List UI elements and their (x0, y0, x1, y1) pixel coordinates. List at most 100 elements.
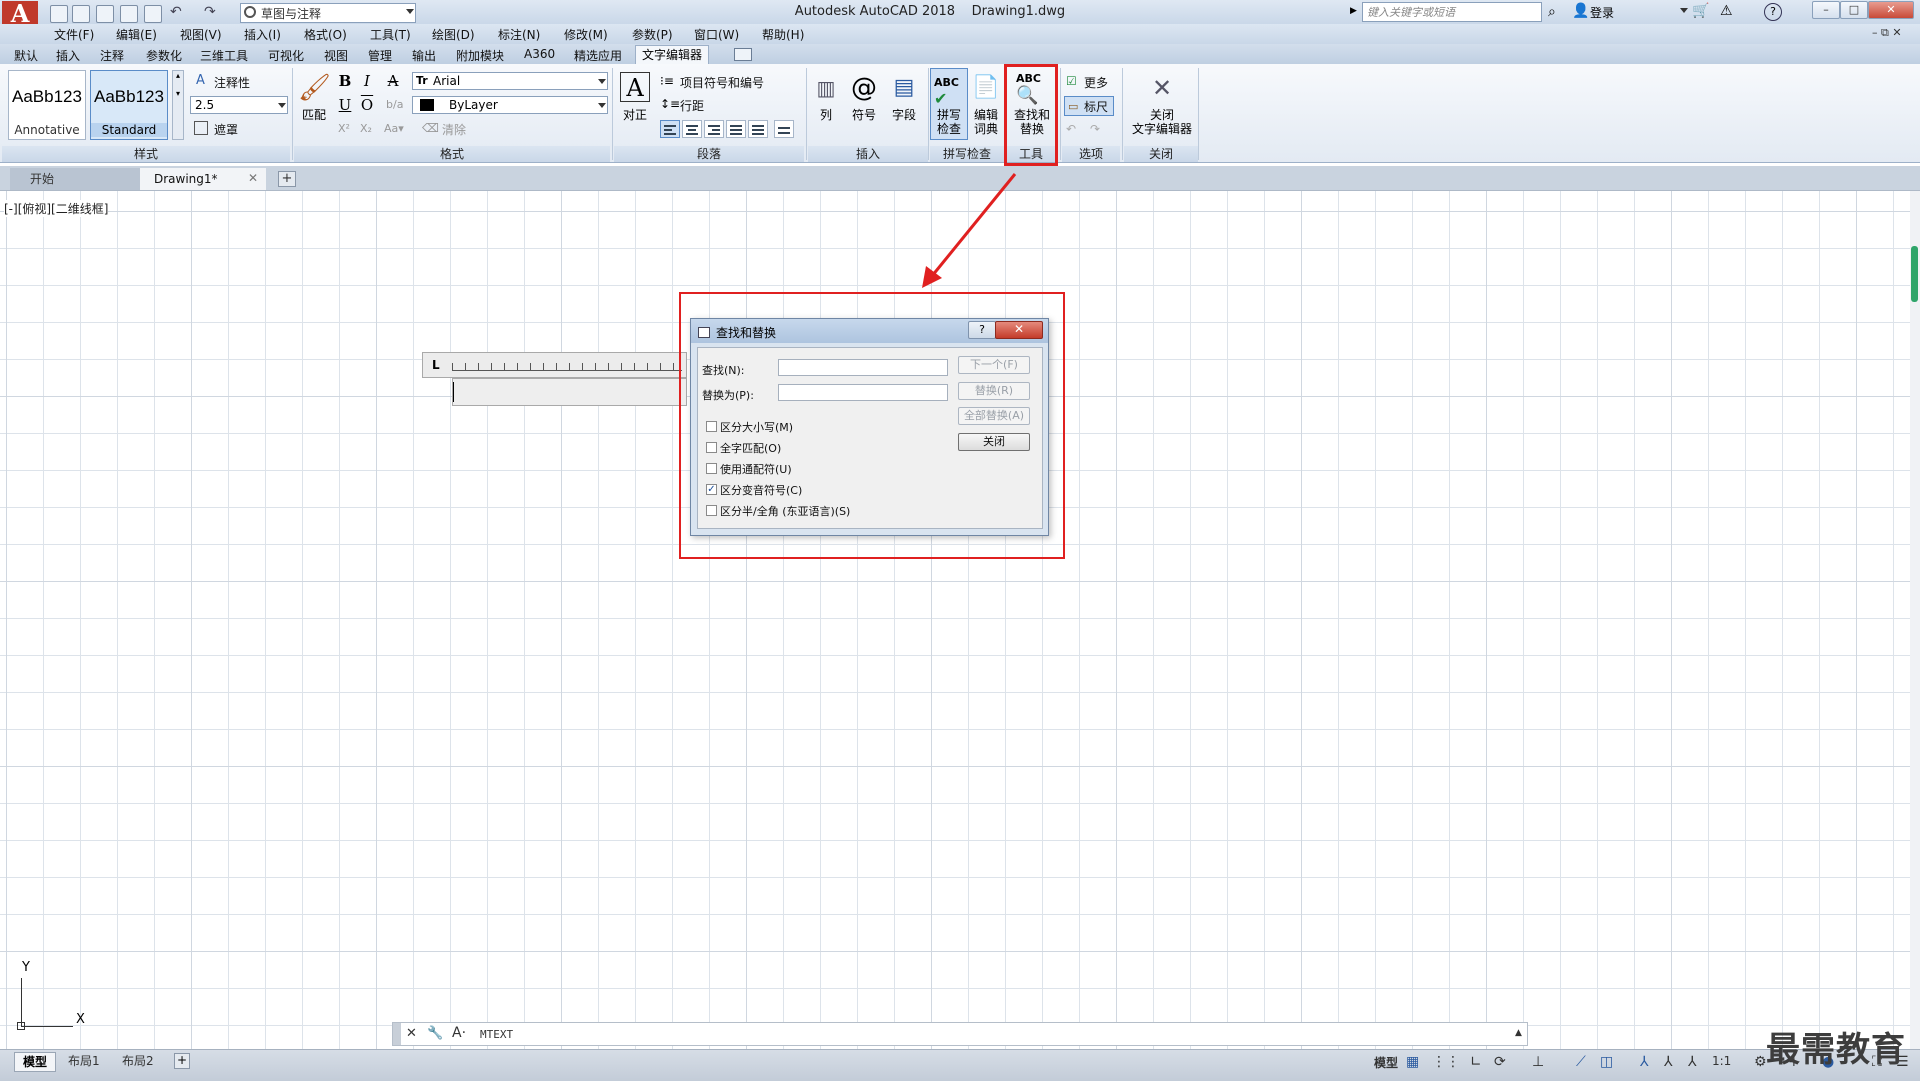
add-layout-button[interactable]: + (174, 1053, 190, 1069)
tab-annotate[interactable]: 注释 (100, 47, 124, 64)
tab-default[interactable]: 默认 (14, 47, 38, 64)
layout-tab-model[interactable]: 模型 (14, 1052, 57, 1072)
binoculars-icon[interactable]: ⌕ (1548, 4, 1556, 20)
dialog-close-text-button[interactable]: 关闭 (958, 433, 1030, 451)
spell-label[interactable]: 拼写 检查 (930, 108, 968, 136)
style-scroll-icon[interactable]: ▴ ▾ (172, 70, 184, 140)
command-line-grip[interactable] (393, 1023, 401, 1045)
undo-icon[interactable]: ↶ (1066, 122, 1076, 136)
tab-visualize[interactable]: 可视化 (268, 47, 304, 64)
tab-view[interactable]: 视图 (324, 47, 348, 64)
file-tab-start[interactable]: 开始 (10, 168, 140, 190)
mask-label[interactable]: 遮罩 (214, 121, 238, 138)
open-file-icon[interactable] (72, 5, 90, 23)
annotative-label[interactable]: 注释性 (214, 74, 250, 91)
menu-help[interactable]: 帮助(H) (762, 26, 804, 43)
tab-parametric[interactable]: 参数化 (146, 47, 182, 64)
undo-icon[interactable]: ↶ (170, 4, 182, 20)
change-case-icon[interactable]: Aa▾ (384, 122, 404, 135)
align-left-button[interactable] (660, 120, 680, 138)
save-as-icon[interactable] (120, 5, 138, 23)
color-combo[interactable]: ByLayer (412, 96, 608, 114)
chevron-down-icon[interactable] (598, 103, 606, 108)
command-prompt-icon[interactable]: A· (452, 1025, 466, 1041)
model-space-button[interactable]: 模型 (1374, 1054, 1398, 1071)
search-input[interactable]: 键入关键字或短语 (1362, 2, 1542, 22)
transparency-icon[interactable]: ◫ (1600, 1054, 1613, 1070)
line-spacing-button[interactable]: 行距 (680, 97, 704, 114)
justify-button[interactable] (726, 120, 746, 138)
edit-dictionary-button[interactable]: 编辑 词典 (970, 108, 1002, 136)
distribute-button[interactable] (748, 120, 768, 138)
symbol-button[interactable]: 符号 (848, 108, 880, 122)
a360-icon[interactable]: ⚠ (1720, 3, 1733, 19)
menu-tools[interactable]: 工具(T) (370, 26, 411, 43)
redo-icon[interactable]: ↷ (204, 4, 216, 20)
panel-title-format[interactable]: 格式 (294, 146, 610, 162)
document-window-controls[interactable]: – ⧉ ✕ (1872, 26, 1902, 40)
vertical-scrollbar[interactable] (1910, 191, 1920, 1049)
annotation-scale-icon[interactable]: ⅄ (1664, 1054, 1673, 1070)
match-case-checkbox[interactable] (706, 421, 717, 432)
cart-icon[interactable]: 🛒 (1692, 3, 1709, 19)
tab-output[interactable]: 输出 (412, 47, 436, 64)
command-line[interactable] (392, 1022, 1528, 1046)
tab-manage[interactable]: 管理 (368, 47, 392, 64)
subscript-icon[interactable]: X₂ (360, 122, 372, 135)
whole-word-label[interactable]: 全字匹配(O) (720, 440, 781, 456)
grid-icon[interactable]: ▦ (1406, 1054, 1419, 1070)
strikethrough-button[interactable]: A (384, 72, 402, 90)
panel-title-spell[interactable]: 拼写检查 (930, 146, 1004, 162)
search-expand-icon[interactable]: ▶ (1350, 6, 1357, 16)
font-combo[interactable]: Arial (412, 72, 608, 90)
align-right-button[interactable] (704, 120, 724, 138)
tab-insert[interactable]: 插入 (56, 47, 80, 64)
menu-format[interactable]: 格式(O) (304, 26, 347, 43)
find-input[interactable] (778, 359, 948, 376)
symbol-icon[interactable]: @ (848, 72, 880, 104)
field-button[interactable]: 字段 (888, 108, 920, 122)
close-window-button[interactable]: ✕ (1868, 1, 1914, 19)
tab-3d-tools[interactable]: 三维工具 (200, 47, 248, 64)
match-label[interactable]: 匹配 (298, 108, 330, 122)
maximize-button[interactable]: □ (1840, 1, 1868, 19)
close-editor-icon[interactable]: ✕ (1146, 72, 1178, 104)
replace-input[interactable] (778, 384, 948, 401)
half-full-width-checkbox[interactable] (706, 505, 717, 516)
annotation-visibility-icon[interactable]: ⅄ (1640, 1054, 1649, 1070)
scale-selector[interactable]: 1:1 (1712, 1054, 1731, 1068)
more-button[interactable]: 更多 (1084, 74, 1108, 91)
help-icon[interactable]: ? (1764, 3, 1782, 21)
menu-view[interactable]: 视图(V) (180, 26, 222, 43)
columns-icon[interactable]: ▥ (810, 72, 842, 104)
print-icon[interactable] (144, 5, 162, 23)
find-next-button[interactable]: 下一个(F) (958, 356, 1030, 374)
italic-button[interactable]: I (358, 72, 376, 90)
layout-tab-layout2[interactable]: 布局2 (114, 1052, 162, 1070)
align-center-button[interactable] (682, 120, 702, 138)
wildcards-checkbox[interactable] (706, 463, 717, 474)
tab-stop-icon[interactable]: L (432, 358, 440, 372)
chevron-down-icon[interactable] (278, 103, 286, 108)
menu-file[interactable]: 文件(F) (54, 26, 94, 43)
navigation-bar-handle[interactable] (1911, 246, 1918, 302)
bold-button[interactable]: B (336, 72, 354, 90)
bullets-button[interactable]: 项目符号和编号 (680, 74, 764, 91)
tab-a360[interactable]: A360 (524, 47, 555, 61)
save-icon[interactable] (96, 5, 114, 23)
menu-parametric[interactable]: 参数(P) (632, 26, 673, 43)
style-swatch-annotative[interactable]: AaBb123 Annotative (8, 70, 86, 140)
menu-draw[interactable]: 绘图(D) (432, 26, 475, 43)
mtext-edit-area[interactable] (452, 378, 687, 406)
dialog-help-button[interactable]: ? (968, 321, 996, 339)
underline-button[interactable]: U (336, 96, 354, 114)
tab-featured-apps[interactable]: 精选应用 (574, 47, 622, 64)
diacritics-checkbox[interactable]: ✓ (706, 484, 717, 495)
login-button[interactable]: 登录 (1590, 4, 1614, 21)
text-height-combo[interactable]: 2.5 (190, 96, 288, 114)
gear-icon[interactable]: ⚙ (1754, 1054, 1767, 1070)
match-brush-icon[interactable]: 🖌 (298, 72, 331, 104)
menu-edit[interactable]: 编辑(E) (116, 26, 157, 43)
replace-button[interactable]: 替换(R) (958, 382, 1030, 400)
wrench-icon[interactable]: 🔧 (427, 1026, 443, 1041)
